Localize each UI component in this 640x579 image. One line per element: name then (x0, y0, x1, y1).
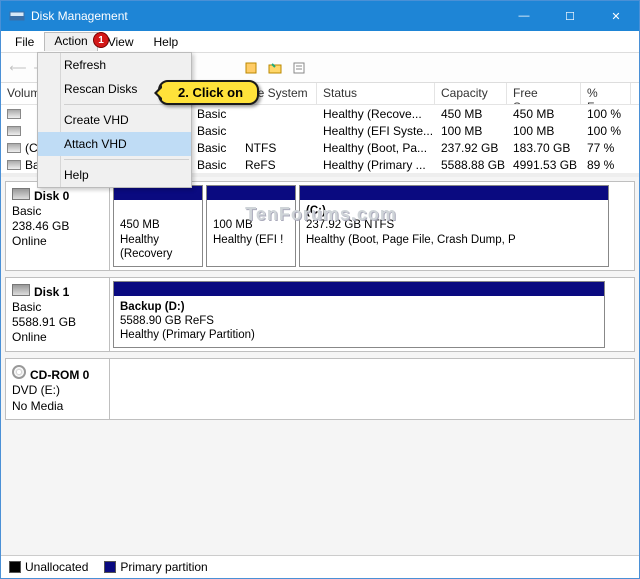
action-menu-dropdown: Refresh Rescan Disks Create VHD Attach V… (37, 52, 192, 188)
partition[interactable]: (C:)237.92 GB NTFSHealthy (Boot, Page Fi… (299, 185, 609, 267)
maximize-button[interactable]: ☐ (547, 1, 593, 31)
partition[interactable]: 450 MBHealthy (Recovery (113, 185, 203, 267)
disk-graphical-view[interactable]: Disk 0Basic238.46 GBOnline450 MBHealthy … (1, 177, 639, 555)
volume-cell: Basic (191, 157, 239, 173)
window-title: Disk Management (31, 9, 501, 23)
menu-attach-vhd[interactable]: Attach VHD (38, 132, 191, 156)
titlebar[interactable]: Disk Management — ☐ ✕ (1, 1, 639, 31)
disk-row[interactable]: CD-ROM 0DVD (E:)No Media (5, 358, 635, 420)
app-icon (9, 8, 25, 24)
column-header[interactable]: Status (317, 83, 435, 104)
annotation-badge-1: 1 (93, 32, 109, 48)
menu-separator (64, 159, 189, 160)
menu-file[interactable]: File (5, 33, 44, 51)
volume-cell: Healthy (Primary ... (317, 157, 435, 173)
volume-cell: Healthy (Boot, Pa... (317, 140, 435, 156)
volume-cell: 100 % (581, 106, 631, 122)
menu-create-vhd[interactable]: Create VHD (38, 108, 191, 132)
volume-cell: 237.92 GB (435, 140, 507, 156)
refresh-icon[interactable] (240, 57, 262, 79)
volume-cell: Healthy (Recove... (317, 106, 435, 122)
volume-cell: 100 MB (507, 123, 581, 139)
volume-cell: Healthy (EFI Syste... (317, 123, 435, 139)
menu-action[interactable]: Action (44, 32, 97, 51)
volume-cell (239, 113, 317, 115)
volume-cell: 183.70 GB (507, 140, 581, 156)
disk-management-window: Disk Management — ☐ ✕ File Action View H… (0, 0, 640, 579)
column-header[interactable]: % Free (581, 83, 631, 104)
disk-header: Disk 0Basic238.46 GBOnline (6, 182, 110, 270)
annotation-callout-2: 2. Click on (158, 80, 259, 105)
back-button: ⟵ (7, 57, 29, 79)
disk-body: Backup (D:)5588.90 GB ReFSHealthy (Prima… (110, 278, 634, 351)
legend: Unallocated Primary partition (1, 555, 639, 578)
disk-header: CD-ROM 0DVD (E:)No Media (6, 359, 110, 419)
partition[interactable]: Backup (D:)5588.90 GB ReFSHealthy (Prima… (113, 281, 605, 348)
volume-cell: 77 % (581, 140, 631, 156)
disk-header: Disk 1Basic5588.91 GBOnline (6, 278, 110, 351)
volume-cell (239, 130, 317, 132)
volume-cell: 4991.53 GB (507, 157, 581, 173)
legend-item: Unallocated (9, 560, 88, 574)
disk-body (110, 359, 634, 419)
volume-cell: 100 % (581, 123, 631, 139)
column-header[interactable]: Free Space (507, 83, 581, 104)
volume-cell: Basic (191, 140, 239, 156)
menubar: File Action View Help 1 Refresh Rescan D… (1, 31, 639, 53)
properties-icon[interactable] (288, 57, 310, 79)
menu-refresh[interactable]: Refresh (38, 53, 191, 77)
partition[interactable]: 100 MBHealthy (EFI ! (206, 185, 296, 267)
volume-cell: 450 MB (507, 106, 581, 122)
volume-cell: 89 % (581, 157, 631, 173)
minimize-button[interactable]: — (501, 1, 547, 31)
volume-cell: Basic (191, 106, 239, 122)
disk-row[interactable]: Disk 0Basic238.46 GBOnline450 MBHealthy … (5, 181, 635, 271)
disk-body: 450 MBHealthy (Recovery100 MBHealthy (EF… (110, 182, 634, 270)
disk-row[interactable]: Disk 1Basic5588.91 GBOnlineBackup (D:)55… (5, 277, 635, 352)
close-button[interactable]: ✕ (593, 1, 639, 31)
volume-cell: 450 MB (435, 106, 507, 122)
volume-cell: NTFS (239, 140, 317, 156)
menu-help-item[interactable]: Help (38, 163, 191, 187)
menu-help[interactable]: Help (144, 33, 189, 51)
legend-item: Primary partition (104, 560, 207, 574)
volume-cell: 100 MB (435, 123, 507, 139)
folder-icon[interactable] (264, 57, 286, 79)
volume-cell: Basic (191, 123, 239, 139)
column-header[interactable]: Capacity (435, 83, 507, 104)
volume-cell: 5588.88 GB (435, 157, 507, 173)
volume-cell: ReFS (239, 157, 317, 173)
